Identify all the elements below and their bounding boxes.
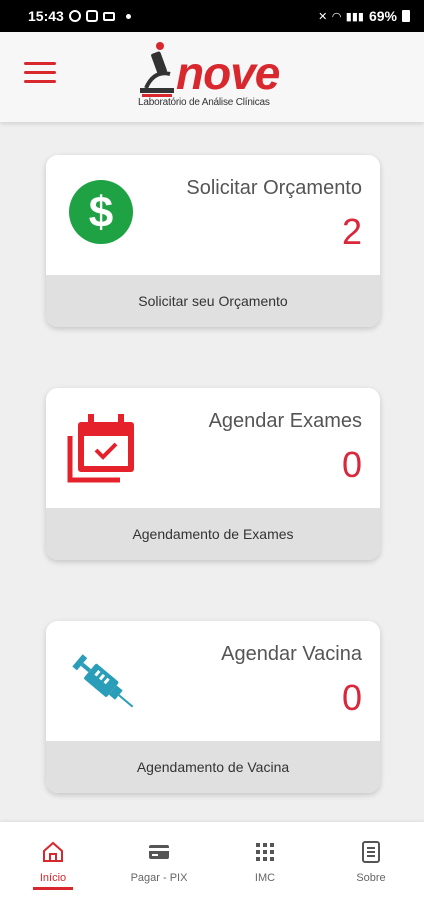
card-footer: Agendamento de Vacina — [46, 741, 380, 793]
notification-icon — [102, 11, 115, 21]
nav-pagar-pix[interactable]: Pagar - PIX — [106, 822, 212, 900]
card-agendar-vacina[interactable]: Agendar Vacina 0 Agendamento de Vacina — [46, 621, 380, 793]
status-right: ✕ ◠ ▮▮▮ 69% — [318, 8, 410, 24]
card-footer: Agendamento de Exames — [46, 508, 380, 560]
grid-icon — [256, 843, 274, 861]
card-title: Solicitar Orçamento — [186, 177, 362, 199]
syringe-icon — [72, 654, 134, 708]
nav-label: Sobre — [356, 872, 386, 884]
card-icon — [149, 845, 169, 859]
signal-icon: ▮▮▮ — [345, 10, 364, 23]
card-top: Agendar Vacina 0 — [46, 621, 380, 741]
menu-bar — [24, 62, 56, 65]
wifi-icon: ◠ — [332, 10, 341, 23]
card-title: Agendar Vacina — [221, 643, 362, 665]
nav-imc[interactable]: IMC — [212, 822, 318, 900]
app-header: nove Laboratório de Análise Clínicas — [0, 32, 424, 122]
instagram-icon — [85, 10, 98, 22]
logo-subtitle: Laboratório de Análise Clínicas — [138, 97, 270, 108]
bottom-nav: Início Pagar - PIX IMC Sobre — [0, 822, 424, 900]
menu-bar — [24, 80, 56, 83]
card-count: 0 — [341, 677, 362, 718]
nav-inicio[interactable]: Início — [0, 822, 106, 900]
logo-wordmark: nove — [176, 47, 280, 99]
nove-logo: nove Laboratório de Análise Clínicas — [136, 40, 296, 114]
calendar-check-icon — [67, 414, 134, 483]
nav-label: Pagar - PIX — [130, 872, 188, 884]
dollar-icon: $ — [69, 180, 133, 244]
card-count: 2 — [341, 211, 362, 252]
battery-icon — [402, 10, 410, 22]
nav-label: IMC — [254, 872, 276, 884]
menu-bar — [24, 71, 56, 74]
mute-icon: ✕ — [318, 10, 328, 23]
menu-button[interactable] — [24, 62, 56, 86]
whatsapp-icon — [68, 10, 81, 22]
home-icon — [43, 841, 63, 862]
card-footer: Solicitar seu Orçamento — [46, 275, 380, 327]
card-count: 0 — [341, 444, 362, 485]
battery-percent: 69% — [368, 8, 397, 24]
card-title: Agendar Exames — [208, 410, 362, 432]
status-bar: 15:43 ✕ ◠ ▮▮▮ 69% — [0, 0, 424, 32]
nav-label: Início — [39, 872, 67, 884]
card-solicitar-orcamento[interactable]: $ Solicitar Orçamento 2 Solicitar seu Or… — [46, 155, 380, 327]
card-top: Agendar Exames 0 — [46, 388, 380, 508]
status-left: 15:43 — [28, 8, 131, 24]
more-notifications-icon — [125, 13, 131, 19]
card-agendar-exames[interactable]: Agendar Exames 0 Agendamento de Exames — [46, 388, 380, 560]
nav-sobre[interactable]: Sobre — [318, 822, 424, 900]
document-icon — [362, 841, 380, 863]
status-time: 15:43 — [28, 8, 64, 24]
card-top: $ Solicitar Orçamento 2 — [46, 155, 380, 275]
svg-text:$: $ — [89, 188, 113, 237]
